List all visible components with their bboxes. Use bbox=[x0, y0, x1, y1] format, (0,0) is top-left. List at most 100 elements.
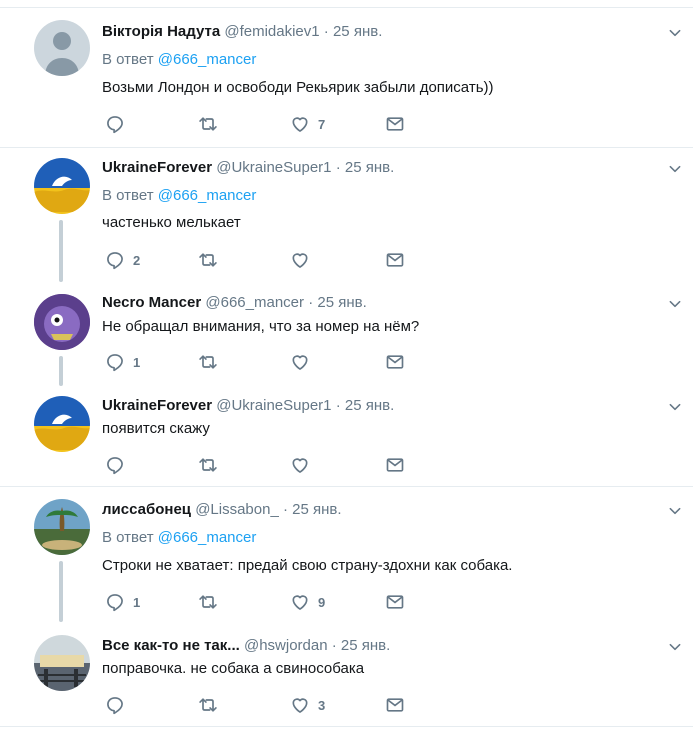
dm-button[interactable] bbox=[385, 695, 405, 715]
retweet-button[interactable] bbox=[198, 455, 226, 475]
tweet-actions: 1 bbox=[102, 352, 422, 372]
retweet-icon bbox=[198, 352, 218, 372]
reply-button[interactable] bbox=[105, 695, 133, 715]
avatar[interactable] bbox=[34, 635, 90, 691]
timestamp[interactable]: 25 янв. bbox=[292, 501, 341, 518]
user-handle[interactable]: @femidakiev1 bbox=[224, 23, 319, 40]
tweet-item[interactable]: UkraineForever @UkraineSuper1 · 25 янв. … bbox=[0, 148, 693, 284]
tweet-text: Не обращал внимания, что за номер на нём… bbox=[102, 318, 420, 335]
retweet-button[interactable] bbox=[198, 592, 226, 612]
chevron-down-icon[interactable] bbox=[668, 504, 682, 518]
tweet-header: UkraineForever @UkraineSuper1 · 25 янв. bbox=[102, 396, 394, 416]
timestamp[interactable]: 25 янв. bbox=[333, 23, 382, 40]
like-count: 9 bbox=[318, 594, 326, 610]
tweet-item[interactable]: лиссабонец @Lissabon_ · 25 янв. В ответ … bbox=[0, 487, 693, 623]
user-handle[interactable]: @UkraineSuper1 bbox=[216, 159, 331, 176]
tweet-actions: 7 bbox=[102, 114, 422, 134]
dm-button[interactable] bbox=[385, 250, 405, 270]
reply-context: В ответ @666_mancer bbox=[102, 186, 256, 206]
envelope-icon bbox=[385, 695, 405, 715]
reply-button[interactable] bbox=[105, 114, 133, 134]
reply-icon bbox=[105, 455, 125, 475]
display-name[interactable]: UkraineForever bbox=[102, 397, 212, 414]
reply-icon bbox=[105, 250, 125, 270]
timestamp[interactable]: 25 янв. bbox=[341, 637, 390, 654]
tweet-actions: 3 bbox=[102, 695, 422, 715]
user-handle[interactable]: @hswjordan bbox=[244, 637, 328, 654]
display-name[interactable]: Вікторія Надута bbox=[102, 23, 220, 40]
like-button[interactable] bbox=[290, 352, 318, 372]
like-button[interactable]: 9 bbox=[290, 592, 325, 612]
dm-button[interactable] bbox=[385, 352, 405, 372]
user-handle[interactable]: @UkraineSuper1 bbox=[216, 397, 331, 414]
avatar[interactable] bbox=[34, 499, 90, 555]
user-handle[interactable]: @Lissabon_ bbox=[195, 501, 279, 518]
tweet-text: появится скажу bbox=[102, 420, 210, 437]
reply-count: 1 bbox=[133, 354, 141, 370]
heart-icon bbox=[290, 250, 310, 270]
tweet-item[interactable]: UkraineForever @UkraineSuper1 · 25 янв. … bbox=[0, 388, 693, 486]
reply-button[interactable]: 1 bbox=[105, 592, 140, 612]
tweet-item[interactable]: Все как-то не так... @hswjordan · 25 янв… bbox=[0, 623, 693, 725]
dm-button[interactable] bbox=[385, 592, 405, 612]
reply-icon bbox=[105, 695, 125, 715]
avatar[interactable] bbox=[34, 396, 90, 452]
thread-line bbox=[59, 561, 63, 622]
timestamp[interactable]: 25 янв. bbox=[317, 294, 366, 311]
avatar[interactable] bbox=[34, 294, 90, 350]
timestamp[interactable]: 25 янв. bbox=[345, 397, 394, 414]
separator-dot: · bbox=[331, 637, 337, 654]
envelope-icon bbox=[385, 114, 405, 134]
display-name[interactable]: Все как-то не так... bbox=[102, 637, 240, 654]
chevron-down-icon[interactable] bbox=[668, 297, 682, 311]
avatar[interactable] bbox=[34, 20, 90, 76]
retweet-icon bbox=[198, 455, 218, 475]
tweet-item[interactable]: Вікторія Надута @femidakiev1 · 25 янв. В… bbox=[0, 8, 693, 147]
mention-link[interactable]: @666_mancer bbox=[158, 51, 257, 68]
like-button[interactable]: 3 bbox=[290, 695, 325, 715]
mention-link[interactable]: @666_mancer bbox=[158, 187, 257, 204]
separator-dot: · bbox=[335, 397, 341, 414]
reply-button[interactable] bbox=[105, 455, 133, 475]
retweet-button[interactable] bbox=[198, 250, 226, 270]
dm-button[interactable] bbox=[385, 455, 405, 475]
tweet-actions: 1 9 bbox=[102, 592, 422, 612]
separator-dot: · bbox=[323, 23, 329, 40]
chevron-down-icon[interactable] bbox=[668, 640, 682, 654]
retweet-icon bbox=[198, 695, 218, 715]
tweet-item[interactable]: Necro Mancer @666_mancer · 25 янв. Не об… bbox=[0, 284, 693, 388]
display-name[interactable]: лиссабонец bbox=[102, 501, 191, 518]
tweet-actions bbox=[102, 455, 422, 475]
separator-dot: · bbox=[308, 294, 314, 311]
user-handle[interactable]: @666_mancer bbox=[205, 294, 304, 311]
chevron-down-icon[interactable] bbox=[668, 400, 682, 414]
reply-prefix: В ответ bbox=[102, 51, 154, 68]
display-name[interactable]: UkraineForever bbox=[102, 159, 212, 176]
like-button[interactable] bbox=[290, 250, 318, 270]
like-button[interactable]: 7 bbox=[290, 114, 325, 134]
retweet-button[interactable] bbox=[198, 695, 226, 715]
tweet-header: UkraineForever @UkraineSuper1 · 25 янв. bbox=[102, 158, 394, 178]
retweet-icon bbox=[198, 114, 218, 134]
reply-button[interactable]: 1 bbox=[105, 352, 140, 372]
retweet-button[interactable] bbox=[198, 114, 226, 134]
reply-count: 2 bbox=[133, 252, 141, 268]
mention-link[interactable]: @666_mancer bbox=[158, 529, 257, 546]
reply-prefix: В ответ bbox=[102, 187, 154, 204]
display-name[interactable]: Necro Mancer bbox=[102, 294, 201, 311]
retweet-button[interactable] bbox=[198, 352, 226, 372]
dm-button[interactable] bbox=[385, 114, 405, 134]
chevron-down-icon[interactable] bbox=[668, 26, 682, 40]
reply-context: В ответ @666_mancer bbox=[102, 528, 256, 548]
tweet-header: лиссабонец @Lissabon_ · 25 янв. bbox=[102, 500, 342, 520]
reply-button[interactable]: 2 bbox=[105, 250, 140, 270]
heart-icon bbox=[290, 455, 310, 475]
envelope-icon bbox=[385, 455, 405, 475]
reply-icon bbox=[105, 592, 125, 612]
chevron-down-icon[interactable] bbox=[668, 162, 682, 176]
retweet-icon bbox=[198, 592, 218, 612]
envelope-icon bbox=[385, 592, 405, 612]
avatar[interactable] bbox=[34, 158, 90, 214]
like-button[interactable] bbox=[290, 455, 318, 475]
timestamp[interactable]: 25 янв. bbox=[345, 159, 394, 176]
